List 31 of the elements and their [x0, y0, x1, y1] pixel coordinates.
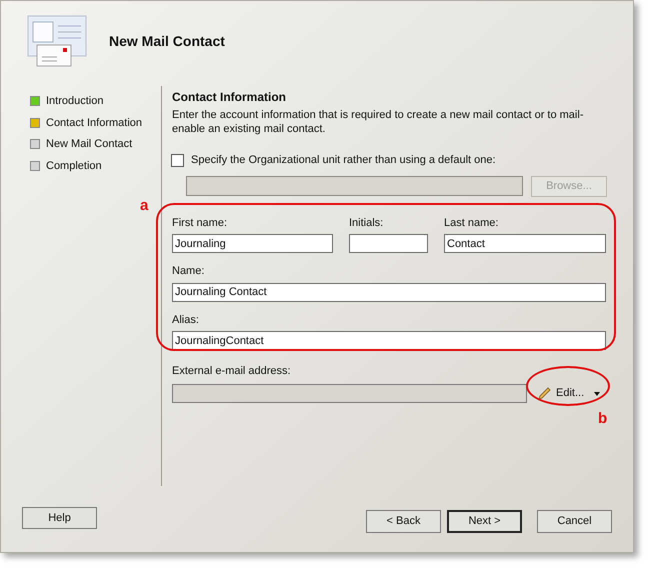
dropdown-arrow-icon [594, 392, 600, 396]
field-label: External e-mail address: [172, 364, 292, 379]
pencil-icon [537, 386, 552, 401]
ou-field[interactable] [186, 176, 523, 196]
edit-button[interactable]: Edit... [535, 382, 602, 404]
field-label: Initials: [349, 216, 384, 230]
step-label: Introduction [46, 94, 104, 109]
alias-field[interactable]: JournalingContact [172, 331, 606, 350]
name-field[interactable]: Journaling Contact [172, 282, 606, 302]
cancel-button[interactable]: Cancel [537, 510, 612, 533]
last-name-field[interactable]: Contact [444, 234, 606, 253]
back-button[interactable]: < Back [366, 510, 441, 533]
section-title: Contact Information [172, 89, 287, 106]
step-label: Contact Information [46, 116, 142, 130]
field-label: First name: [172, 216, 228, 230]
field-label: Last name: [444, 216, 500, 230]
next-button[interactable]: Next > [447, 510, 522, 533]
initials-field[interactable] [349, 234, 428, 253]
field-label: Alias: [172, 312, 200, 328]
annotation-label: a [140, 198, 148, 213]
step-label: Completion [46, 158, 102, 174]
field-label: Name: [172, 264, 206, 279]
section-description: Enter the account information that is required to create a new mail contact or to mail-enable an existing mail contact. [172, 108, 584, 136]
step-label: New Mail Contact [46, 137, 132, 152]
window-title: New Mail Contact [109, 32, 225, 50]
external-email-field[interactable] [172, 384, 527, 403]
ou-checkbox-label: Specify the Organizational unit rather than using a default one: [191, 153, 496, 168]
annotation-label: b [598, 411, 608, 426]
mail-contact-icon [27, 15, 89, 67]
first-name-field[interactable]: Journaling [172, 234, 333, 253]
help-button[interactable]: Help [22, 507, 97, 529]
